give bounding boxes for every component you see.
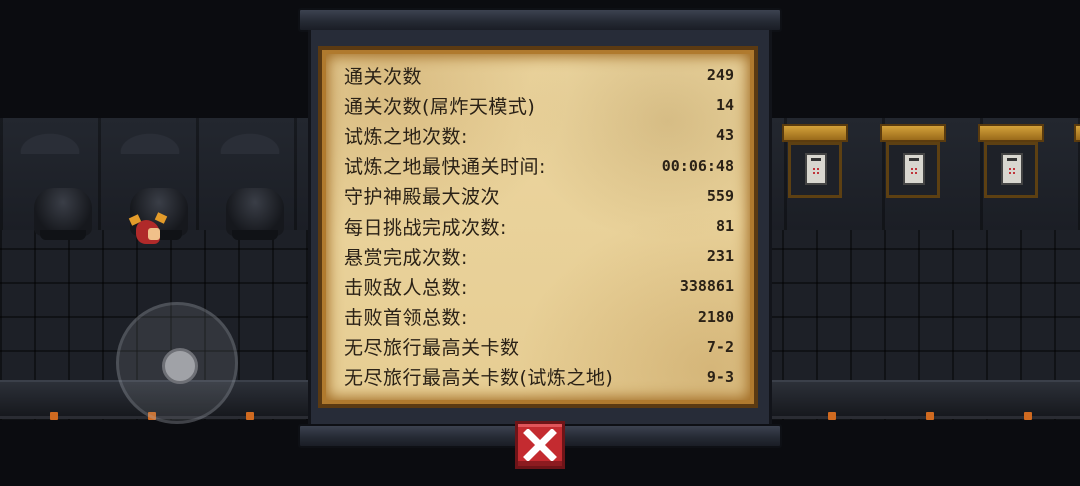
stat-label: 悬赏完成次数: bbox=[344, 246, 468, 269]
stat-label: 试炼之地次数: bbox=[344, 125, 468, 148]
note-icon bbox=[903, 153, 925, 185]
stats-parchment: 通关次数 249 通关次数(屌炸天模式) 14 试炼之地次数: 43 试炼之地最快通关时间:… bbox=[318, 46, 758, 408]
display-case bbox=[978, 124, 1044, 200]
display-case bbox=[1074, 124, 1080, 200]
stat-row: 悬赏完成次数: 231 bbox=[344, 241, 734, 271]
stat-label: 每日挑战完成次数: bbox=[344, 216, 507, 239]
stat-label: 试炼之地最快通关时间: bbox=[344, 156, 546, 179]
stat-value: 14 bbox=[715, 96, 734, 115]
stat-value: 249 bbox=[706, 66, 734, 85]
stat-value: 231 bbox=[706, 247, 734, 266]
stone-pedestal bbox=[34, 188, 92, 240]
stat-value: 559 bbox=[706, 186, 734, 205]
stats-list: 通关次数 249 通关次数(屌炸天模式) 14 试炼之地次数: 43 试炼之地最快通关时间:… bbox=[344, 60, 734, 392]
stat-value: 338861 bbox=[679, 277, 734, 296]
stat-row: 守护神殿最大波次 559 bbox=[344, 181, 734, 211]
wall-arches bbox=[0, 118, 310, 154]
close-x-icon bbox=[523, 429, 557, 461]
stat-value: 2180 bbox=[697, 307, 734, 326]
player-character bbox=[128, 212, 168, 250]
stat-row: 通关次数 249 bbox=[344, 60, 734, 90]
stat-label: 守护神殿最大波次 bbox=[344, 186, 501, 209]
stat-label: 通关次数 bbox=[344, 65, 423, 88]
virtual-joystick[interactable] bbox=[116, 302, 238, 424]
note-icon bbox=[1001, 153, 1023, 185]
stat-label: 通关次数(屌炸天模式) bbox=[344, 95, 536, 118]
stat-row: 无尽旅行最高关卡数 7-2 bbox=[344, 332, 734, 362]
stat-value: 81 bbox=[715, 217, 734, 236]
stone-pedestal bbox=[226, 188, 284, 240]
stat-value: 7-2 bbox=[706, 337, 734, 356]
stat-value: 9-3 bbox=[706, 367, 734, 386]
close-button[interactable] bbox=[515, 421, 565, 469]
stat-value: 43 bbox=[715, 126, 734, 145]
rail-light bbox=[246, 412, 254, 420]
scroll-rod-top bbox=[298, 8, 782, 32]
stat-value: 00:06:48 bbox=[661, 156, 734, 175]
stat-row: 击败敌人总数: 338861 bbox=[344, 271, 734, 301]
stat-row: 通关次数(屌炸天模式) 14 bbox=[344, 90, 734, 120]
note-icon bbox=[805, 153, 827, 185]
rail-light bbox=[50, 412, 58, 420]
display-case bbox=[880, 124, 946, 200]
stat-label: 击败敌人总数: bbox=[344, 276, 468, 299]
stat-label: 无尽旅行最高关卡数(试炼之地) bbox=[344, 367, 614, 390]
stat-row: 无尽旅行最高关卡数(试炼之地) 9-3 bbox=[344, 362, 734, 392]
display-case bbox=[782, 124, 848, 200]
stat-row: 试炼之地次数: 43 bbox=[344, 120, 734, 150]
rail-light bbox=[828, 412, 836, 420]
rail-light bbox=[926, 412, 934, 420]
stat-label: 无尽旅行最高关卡数 bbox=[344, 337, 520, 360]
stat-label: 击败首领总数: bbox=[344, 307, 468, 330]
rail-light bbox=[1024, 412, 1032, 420]
joystick-knob[interactable] bbox=[162, 348, 198, 384]
stat-row: 每日挑战完成次数: 81 bbox=[344, 211, 734, 241]
stat-row: 击败首领总数: 2180 bbox=[344, 302, 734, 332]
stat-row: 试炼之地最快通关时间: 00:06:48 bbox=[344, 151, 734, 181]
